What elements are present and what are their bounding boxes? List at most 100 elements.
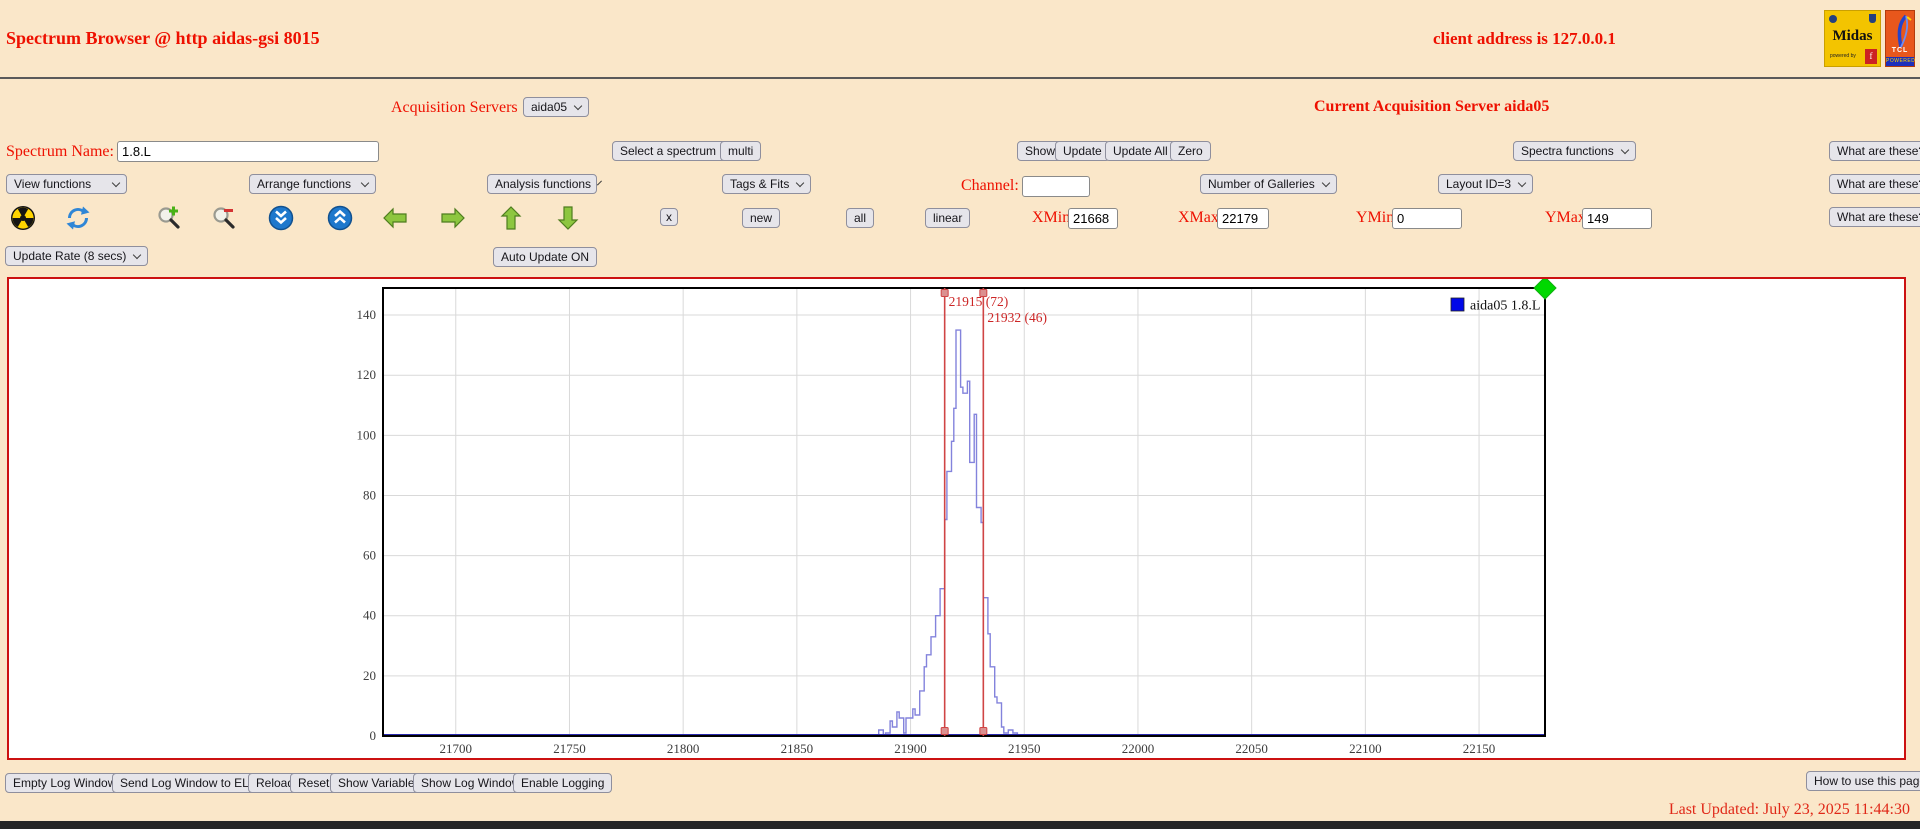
spectrum-plot[interactable]: 21700 21750 21800 21850 21900 21950 22000 22050… <box>9 279 1904 754</box>
bottom-window-edge <box>0 821 1920 829</box>
x-tick-label: 21850 <box>781 741 814 754</box>
linear-button[interactable]: linear <box>925 208 970 228</box>
update-button[interactable]: Update <box>1055 141 1110 161</box>
plot-border <box>383 288 1545 736</box>
new-button[interactable]: new <box>742 208 780 228</box>
xmax-input[interactable] <box>1217 208 1269 229</box>
spectrum-browser-page: Spectrum Browser @ http aidas-gsi 8015 c… <box>0 0 1920 829</box>
legend-label: aida05 1.8.L <box>1470 299 1540 314</box>
auto-update-button[interactable]: Auto Update ON <box>493 247 597 267</box>
ymin-input[interactable] <box>1392 208 1462 229</box>
spectrum-name-input[interactable] <box>117 141 379 162</box>
send-log-window-to-elog-button[interactable]: Send Log Window to ELog <box>112 773 270 793</box>
y-tick-label: 60 <box>363 548 376 563</box>
x-tick-label: 21750 <box>553 741 586 754</box>
tcl-powered-logo[interactable]: TCL POWERED <box>1885 10 1915 67</box>
view-functions-dropdown[interactable]: View functions <box>6 174 127 194</box>
y-tick-label: 80 <box>363 487 376 502</box>
midas-logo[interactable]: Midas powered by f <box>1824 10 1881 67</box>
all-button[interactable]: all <box>846 208 874 228</box>
what-are-these-button-2[interactable]: What are these? <box>1829 174 1920 194</box>
expand-y-icon[interactable] <box>327 205 353 236</box>
arrow-right-icon[interactable] <box>440 205 466 236</box>
x-button[interactable]: x <box>660 208 678 226</box>
show-log-window-button[interactable]: Show Log Window <box>413 773 528 793</box>
x-tick-label: 21900 <box>894 741 927 754</box>
arrow-up-icon[interactable] <box>498 205 524 236</box>
x-tick-label: 21800 <box>667 741 700 754</box>
cursor-marker-bottom-handle[interactable] <box>980 728 987 735</box>
y-tick-label: 140 <box>357 307 377 322</box>
what-are-these-button-3[interactable]: What are these? <box>1829 207 1920 227</box>
spectrum-chart-container: 21700 21750 21800 21850 21900 21950 22000 22050… <box>7 277 1906 760</box>
chevron-down-icon <box>1620 146 1628 154</box>
tcl-logo-text: TCL <box>1886 47 1914 54</box>
update-all-button[interactable]: Update All <box>1105 141 1176 161</box>
enable-logging-button[interactable]: Enable Logging <box>513 773 612 793</box>
tcl-powered-text: POWERED <box>1886 57 1914 66</box>
midas-powered-by: powered by <box>1830 53 1856 59</box>
cursor-marker-label: 21932 (46) <box>987 310 1047 325</box>
x-tick-label: 22000 <box>1122 741 1155 754</box>
spectrum-name-label: Spectrum Name: <box>6 143 114 161</box>
current-acquisition-server: Current Acquisition Server aida05 <box>1314 98 1549 116</box>
cursor-marker-top-handle[interactable] <box>980 290 987 297</box>
midas-feather-icon: f <box>1865 49 1877 64</box>
zoom-out-icon[interactable] <box>211 205 237 236</box>
chevron-down-icon <box>1321 179 1329 187</box>
zoom-in-icon[interactable] <box>156 205 182 236</box>
y-tick-label: 0 <box>370 728 377 743</box>
ymax-input[interactable] <box>1582 208 1652 229</box>
y-tick-label: 40 <box>363 608 376 623</box>
radiation-icon[interactable] <box>10 205 36 236</box>
page-title: Spectrum Browser @ http aidas-gsi 8015 <box>6 28 320 49</box>
refresh-icon[interactable] <box>65 205 91 236</box>
x-tick-label: 22150 <box>1463 741 1496 754</box>
chevron-down-icon <box>133 251 141 259</box>
acquisition-server-select[interactable]: aida05 <box>523 97 589 117</box>
cursor-marker-top-handle[interactable] <box>941 290 948 297</box>
cursor-marker-bottom-handle[interactable] <box>941 728 948 735</box>
x-tick-label: 22100 <box>1349 741 1382 754</box>
chevron-down-icon <box>112 179 120 187</box>
channel-label: Channel: <box>961 177 1019 195</box>
xmin-label: XMin <box>1032 209 1070 227</box>
chevron-down-icon <box>1518 179 1526 187</box>
number-of-galleries-dropdown[interactable]: Number of Galleries <box>1200 174 1337 194</box>
arrange-functions-dropdown[interactable]: Arrange functions <box>249 174 376 194</box>
analysis-functions-dropdown[interactable]: Analysis functions <box>487 174 597 194</box>
tags-fits-dropdown[interactable]: Tags & Fits <box>722 174 811 194</box>
ymin-label: YMin <box>1356 209 1394 227</box>
arrow-down-icon[interactable] <box>555 205 581 236</box>
histogram-trace <box>383 330 1545 736</box>
corner-diamond-handle[interactable] <box>1534 279 1556 299</box>
midas-shield-icon <box>1869 14 1876 23</box>
what-are-these-button-1[interactable]: What are these? <box>1829 141 1920 161</box>
zero-button[interactable]: Zero <box>1170 141 1211 161</box>
multi-button[interactable]: multi <box>720 141 761 161</box>
layout-id-dropdown[interactable]: Layout ID=3 <box>1438 174 1533 194</box>
empty-log-window-button[interactable]: Empty Log Window <box>5 773 124 793</box>
chevron-down-icon <box>796 179 804 187</box>
midas-emblem-icon <box>1829 15 1837 23</box>
channel-input[interactable] <box>1022 176 1090 197</box>
compress-y-icon[interactable] <box>268 205 294 236</box>
y-tick-label: 20 <box>363 668 376 683</box>
chevron-down-icon <box>597 181 602 186</box>
y-tick-label: 100 <box>357 427 377 442</box>
xmax-label: XMax <box>1178 209 1219 227</box>
client-address: client address is 127.0.0.1 <box>1433 29 1616 49</box>
x-tick-label: 21700 <box>440 741 473 754</box>
x-tick-label: 22050 <box>1235 741 1268 754</box>
arrow-left-icon[interactable] <box>382 205 408 236</box>
spectra-functions-dropdown[interactable]: Spectra functions <box>1513 141 1636 161</box>
acquisition-servers-label: Acquisition Servers <box>391 99 518 117</box>
how-to-use-this-page-button[interactable]: How to use this page <box>1806 771 1920 791</box>
xmin-input[interactable] <box>1068 208 1118 229</box>
cursor-marker-label: 21915 (72) <box>949 294 1009 309</box>
midas-logo-text: Midas <box>1825 28 1880 45</box>
update-rate-dropdown[interactable]: Update Rate (8 secs) <box>5 246 148 266</box>
y-tick-label: 120 <box>357 367 377 382</box>
x-tick-label: 21950 <box>1008 741 1041 754</box>
legend-swatch <box>1451 298 1464 311</box>
